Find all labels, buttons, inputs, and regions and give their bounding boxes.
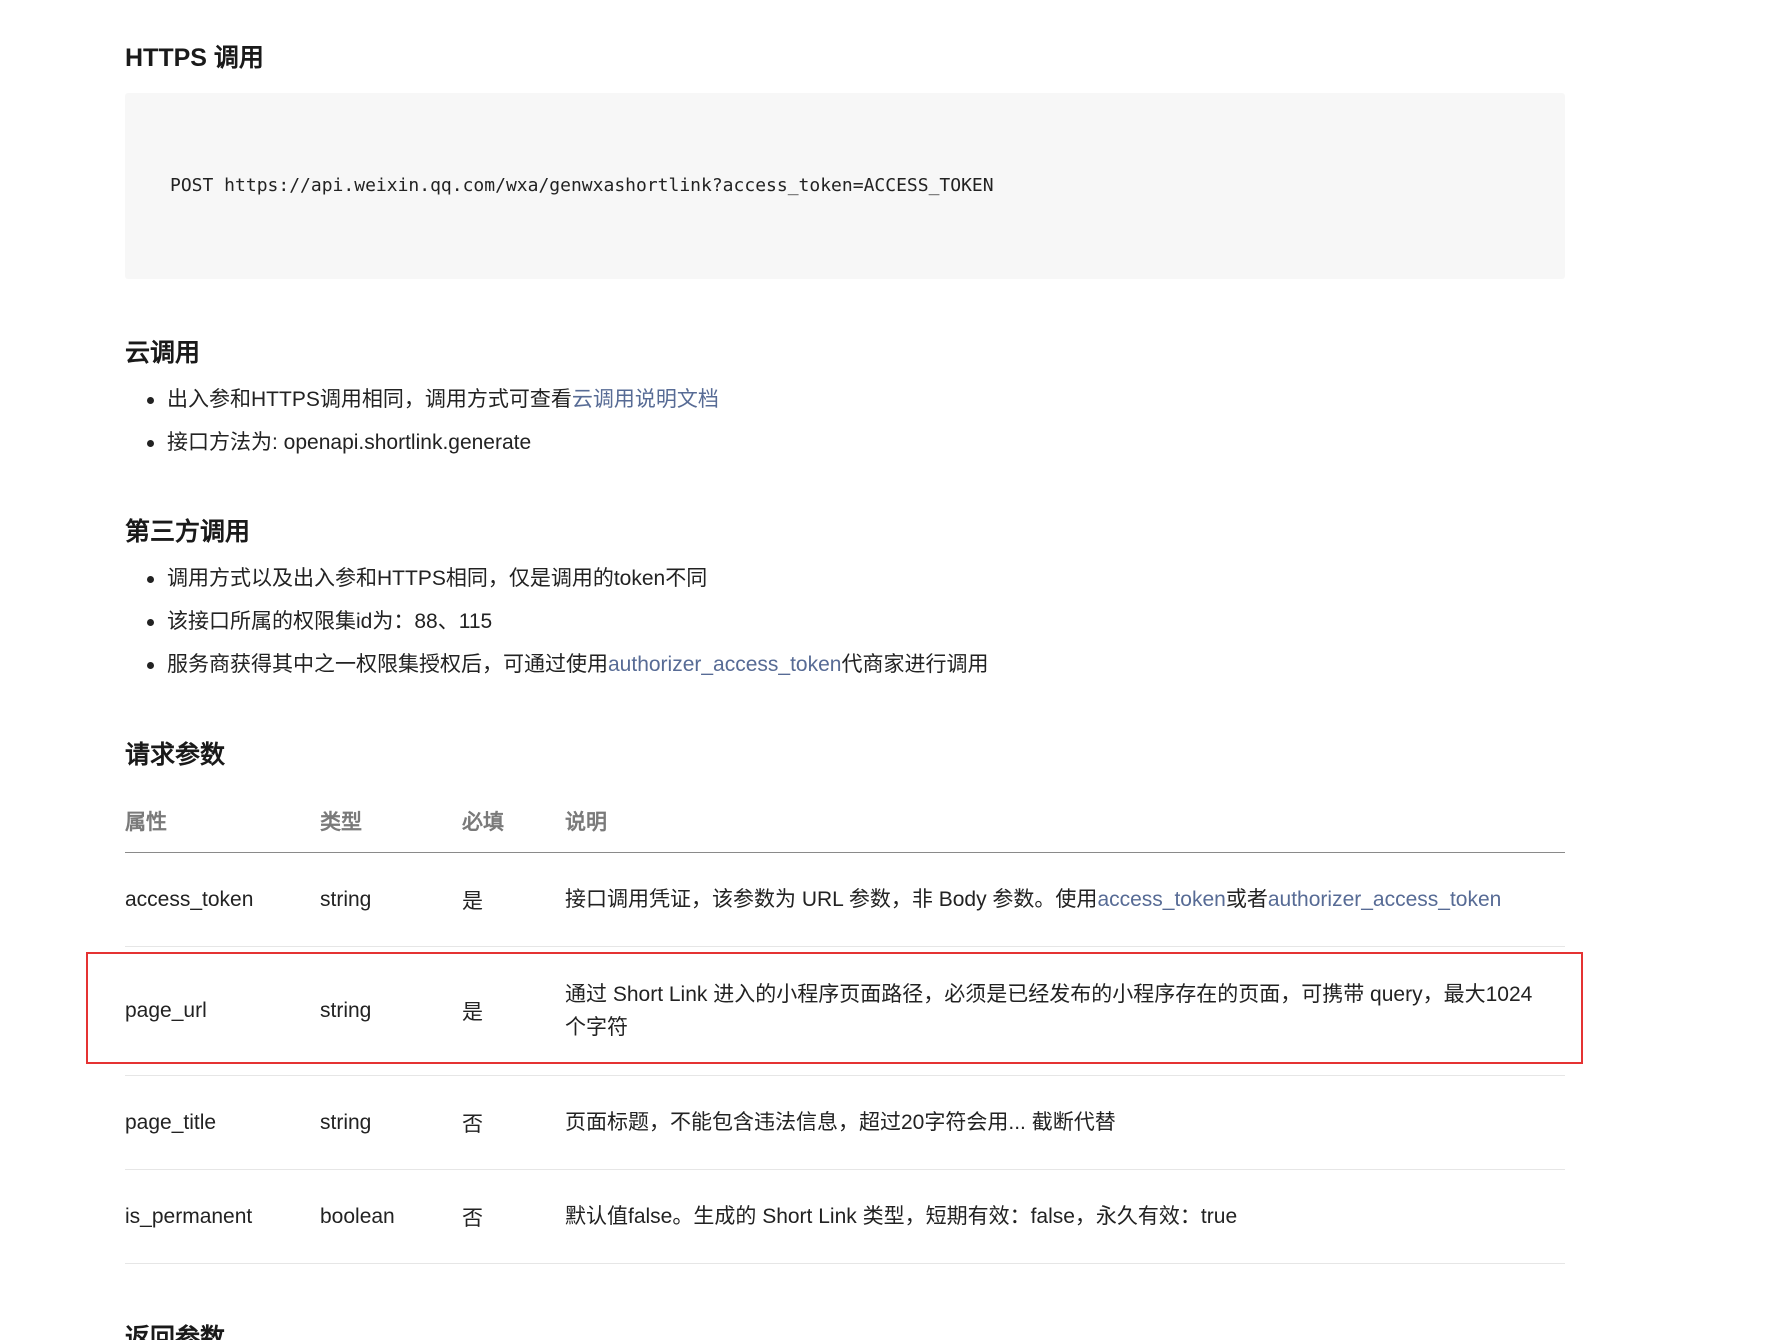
param-desc: 通过 Short Link 进入的小程序页面路径，必须是已经发布的小程序存在的页… — [565, 946, 1565, 1076]
param-type: string — [320, 852, 462, 947]
param-name: page_url — [125, 946, 320, 1076]
param-desc: 页面标题，不能包含违法信息，超过20字符会用... 截断代替 — [565, 1075, 1565, 1170]
param-desc: 接口调用凭证，该参数为 URL 参数，非 Body 参数。使用access_to… — [565, 852, 1565, 947]
table-row: page_title string 否 页面标题，不能包含违法信息，超过20字符… — [125, 1075, 1565, 1170]
header-type: 类型 — [320, 790, 462, 853]
third-item-text: 服务商获得其中之一权限集授权后，可通过使用 — [167, 653, 608, 676]
param-required: 否 — [462, 1075, 565, 1170]
list-item: 服务商获得其中之一权限集授权后，可通过使用authorizer_access_t… — [125, 643, 988, 686]
authorizer-access-token-link[interactable]: authorizer_access_token — [1268, 888, 1501, 911]
cloud-doc-link[interactable]: 云调用说明文档 — [572, 388, 719, 411]
third-party-list: 调用方式以及出入参和HTTPS相同，仅是调用的token不同 该接口所属的权限集… — [125, 557, 988, 686]
param-desc-text: 接口调用凭证，该参数为 URL 参数，非 Body 参数。使用 — [565, 888, 1098, 911]
header-property: 属性 — [125, 790, 320, 853]
param-required: 是 — [462, 946, 565, 1076]
param-desc-mid: 或者 — [1225, 888, 1268, 911]
param-type: string — [320, 1075, 462, 1170]
list-item: 调用方式以及出入参和HTTPS相同，仅是调用的token不同 — [125, 557, 988, 600]
header-required: 必填 — [462, 790, 565, 853]
param-desc: 默认值false。生成的 Short Link 类型，短期有效：false，永久… — [565, 1169, 1565, 1264]
table-row: page_url string 是 通过 Short Link 进入的小程序页面… — [125, 946, 1565, 1076]
param-name: access_token — [125, 852, 320, 947]
https-code-block: POST https://api.weixin.qq.com/wxa/genwx… — [125, 93, 1565, 279]
list-item: 接口方法为: openapi.shortlink.generate — [125, 421, 719, 464]
table-row: is_permanent boolean 否 默认值false。生成的 Shor… — [125, 1169, 1565, 1264]
https-request-url[interactable]: POST https://api.weixin.qq.com/wxa/genwx… — [170, 175, 994, 196]
param-name: page_title — [125, 1075, 320, 1170]
param-required: 是 — [462, 852, 565, 947]
header-description: 说明 — [565, 790, 1565, 853]
doc-page: HTTPS 调用 POST https://api.weixin.qq.com/… — [0, 0, 1775, 1340]
param-required: 否 — [462, 1169, 565, 1264]
list-item: 出入参和HTTPS调用相同，调用方式可查看云调用说明文档 — [125, 378, 719, 421]
table-row: access_token string 是 接口调用凭证，该参数为 URL 参数… — [125, 852, 1565, 947]
authorizer-token-link[interactable]: authorizer_access_token — [608, 653, 841, 676]
param-name: is_permanent — [125, 1169, 320, 1264]
third-party-section-title: 第三方调用 — [125, 518, 251, 546]
param-type: string — [320, 946, 462, 1076]
list-item: 该接口所属的权限集id为：88、115 — [125, 600, 988, 643]
request-params-table: 属性 类型 必填 说明 access_token string 是 接口调用凭证… — [125, 790, 1565, 1264]
access-token-link[interactable]: access_token — [1097, 888, 1225, 911]
param-type: boolean — [320, 1169, 462, 1264]
https-section-title: HTTPS 调用 — [125, 44, 264, 72]
cloud-section-title: 云调用 — [125, 339, 201, 367]
request-params-title: 请求参数 — [125, 741, 226, 769]
cloud-item-text: 出入参和HTTPS调用相同，调用方式可查看 — [167, 388, 572, 411]
third-item-suffix: 代商家进行调用 — [841, 653, 989, 676]
return-params-title: 返回参数 — [125, 1324, 226, 1340]
cloud-list: 出入参和HTTPS调用相同，调用方式可查看云调用说明文档 接口方法为: open… — [125, 378, 719, 464]
table-header-row: 属性 类型 必填 说明 — [125, 790, 1565, 853]
